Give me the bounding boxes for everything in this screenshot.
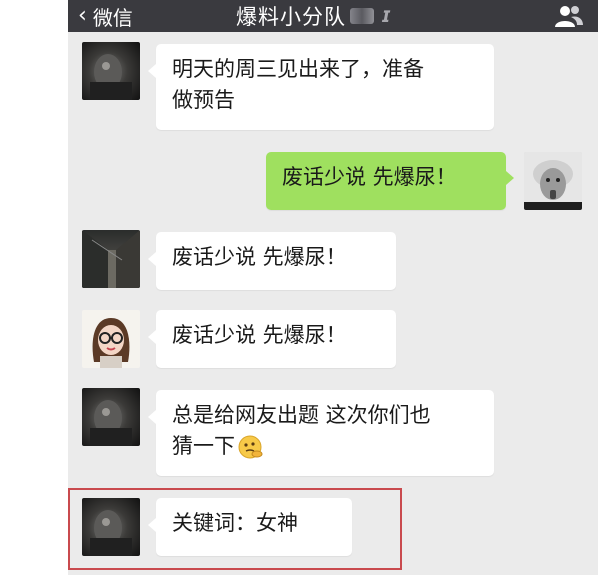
- dark-photo-avatar-image: [90, 400, 132, 446]
- chat-title-area: 爆料小分队 𝙄: [236, 0, 391, 32]
- message-line: 废话少说 先爆尿！: [172, 245, 347, 269]
- sender-avatar[interactable]: [82, 498, 140, 556]
- group-members-icon: [555, 6, 583, 27]
- einstein-avatar-image: [524, 152, 582, 210]
- message-line: 明天的周三见出来了，准备: [172, 57, 424, 81]
- message-bubble: 废话少说 先爆尿！: [148, 232, 396, 290]
- sent-message-bubble: 废话少说 先爆尿！: [266, 152, 514, 210]
- message-line: 总是给网友出题 这次你们也: [172, 403, 431, 427]
- message-bubble: 总是给网友出题 这次你们也 猜一下: [148, 390, 494, 476]
- message-line: 废话少说 先爆尿！: [282, 165, 457, 189]
- blurred-member-count: [350, 8, 374, 24]
- message-line: 关键词：女神: [172, 511, 298, 535]
- chevron-left-icon: ‹: [78, 3, 87, 28]
- glasses-girl-avatar-image: [92, 318, 130, 368]
- alley-photo-avatar-image: [82, 230, 140, 288]
- sender-avatar[interactable]: [82, 388, 140, 446]
- chat-window: ‹ 微信 爆料小分队 𝙄 明天的周三见出来了，准备 做预告 废话少说 先爆尿！ …: [68, 0, 598, 575]
- message-bubble: 明天的周三见出来了，准备 做预告: [148, 44, 494, 130]
- back-button[interactable]: ‹ 微信: [78, 0, 133, 32]
- chat-title: 爆料小分队: [236, 5, 346, 29]
- message-line: 猜一下: [172, 434, 235, 458]
- sender-avatar[interactable]: [82, 310, 140, 368]
- mute-icon: 𝙄: [382, 6, 392, 26]
- message-line: 废话少说 先爆尿！: [172, 323, 347, 347]
- back-label: 微信: [92, 5, 133, 30]
- sender-avatar[interactable]: [82, 230, 140, 288]
- sender-avatar[interactable]: [82, 42, 140, 100]
- thinking-face-emoji-icon: [238, 435, 263, 459]
- message-bubble: 关键词：女神: [148, 498, 352, 556]
- chat-header: ‹ 微信 爆料小分队 𝙄: [68, 0, 598, 32]
- dark-photo-avatar-image: [90, 510, 132, 556]
- message-line: 做预告: [172, 88, 235, 112]
- message-bubble: 废话少说 先爆尿！: [148, 310, 396, 368]
- my-avatar[interactable]: [524, 152, 582, 210]
- dark-photo-avatar-image: [90, 54, 132, 100]
- group-info-button[interactable]: [554, 4, 584, 28]
